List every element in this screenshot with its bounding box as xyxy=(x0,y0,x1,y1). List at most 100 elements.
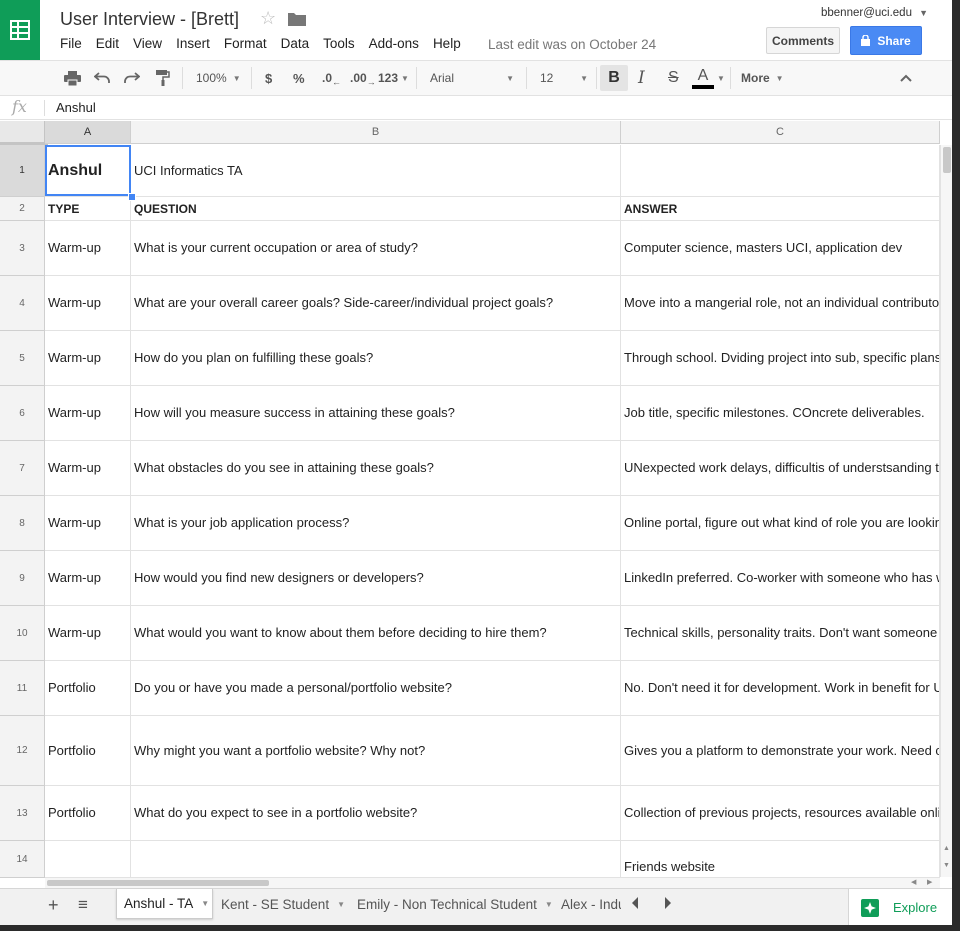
format-percent-button[interactable]: % xyxy=(293,61,305,95)
menu-edit[interactable]: Edit xyxy=(96,36,119,51)
cell-a13[interactable]: Portfolio xyxy=(45,786,131,841)
row-header-9[interactable]: 9 xyxy=(0,551,45,606)
vertical-scrollbar[interactable]: ▲ ▼ xyxy=(940,145,952,877)
cell-c1[interactable] xyxy=(621,145,940,197)
cell-a6[interactable]: Warm-up xyxy=(45,386,131,441)
last-edit-status[interactable]: Last edit was on October 24 xyxy=(488,37,656,52)
strikethrough-button[interactable]: S xyxy=(668,61,679,95)
all-sheets-button[interactable]: ≡ xyxy=(78,895,88,915)
column-header-c[interactable]: C xyxy=(621,121,940,144)
row-header-4[interactable]: 4 xyxy=(0,276,45,331)
cell-b4[interactable]: What are your overall career goals? Side… xyxy=(131,276,621,331)
cell-b11[interactable]: Do you or have you made a personal/portf… xyxy=(131,661,621,716)
cell-a2[interactable]: TYPE xyxy=(45,197,131,221)
cell-b1[interactable]: UCI Informatics TA xyxy=(131,145,621,197)
more-button[interactable]: More ▼ xyxy=(741,61,784,95)
column-header-b[interactable]: B xyxy=(131,121,621,144)
cell-b10[interactable]: What would you want to know about them b… xyxy=(131,606,621,661)
cell-a11[interactable]: Portfolio xyxy=(45,661,131,716)
explore-button[interactable]: Explore xyxy=(848,889,952,926)
cell-a3[interactable]: Warm-up xyxy=(45,221,131,276)
format-currency-button[interactable]: $ xyxy=(265,61,272,95)
cell-b6[interactable]: How will you measure success in attainin… xyxy=(131,386,621,441)
font-size-select[interactable]: 12 ▼ xyxy=(540,61,588,95)
increase-decimal-button[interactable]: .00 → xyxy=(350,61,376,95)
cell-c9[interactable]: LinkedIn preferred. Co-worker with someo… xyxy=(621,551,940,606)
cell-c10[interactable]: Technical skills, personality traits. Do… xyxy=(621,606,940,661)
scroll-up-icon[interactable]: ▲ xyxy=(943,845,950,852)
vertical-scroll-thumb[interactable] xyxy=(943,147,951,173)
scroll-left-icon[interactable]: ◀ xyxy=(911,878,916,886)
row-header-2[interactable]: 2 xyxy=(0,197,45,221)
add-sheet-button[interactable]: + xyxy=(48,895,59,916)
horizontal-scroll-thumb[interactable] xyxy=(47,880,269,886)
cell-c7[interactable]: UNexpected work delays, difficultis of u… xyxy=(621,441,940,496)
star-icon[interactable]: ☆ xyxy=(260,8,276,29)
paint-format-icon[interactable] xyxy=(156,61,170,95)
menu-insert[interactable]: Insert xyxy=(176,36,210,51)
cell-c3[interactable]: Computer science, masters UCI, applicati… xyxy=(621,221,940,276)
menu-help[interactable]: Help xyxy=(433,36,461,51)
row-header-13[interactable]: 13 xyxy=(0,786,45,841)
cell-c12[interactable]: Gives you a platform to demonstrate your… xyxy=(621,716,940,786)
cell-c11[interactable]: No. Don't need it for development. Work … xyxy=(621,661,940,716)
cell-a1[interactable]: Anshul xyxy=(45,145,131,197)
cell-c4[interactable]: Move into a mangerial role, not an indiv… xyxy=(621,276,940,331)
cell-c2[interactable]: ANSWER xyxy=(621,197,940,221)
decrease-decimal-button[interactable]: .0 ← xyxy=(322,61,341,95)
cell-b2[interactable]: QUESTION xyxy=(131,197,621,221)
fill-handle[interactable] xyxy=(128,193,136,201)
cell-b9[interactable]: How would you find new designers or deve… xyxy=(131,551,621,606)
menu-data[interactable]: Data xyxy=(281,36,310,51)
font-family-select[interactable]: Arial ▼ xyxy=(430,61,514,95)
row-header-11[interactable]: 11 xyxy=(0,661,45,716)
share-button[interactable]: Share xyxy=(850,26,922,55)
sheet-tab-emily[interactable]: Emily - Non Technical Student ▼ xyxy=(357,889,553,919)
cell-b7[interactable]: What obstacles do you see in attaining t… xyxy=(131,441,621,496)
folder-icon[interactable] xyxy=(288,12,306,31)
dropdown-arrow-icon[interactable]: ▼ xyxy=(337,900,345,909)
scroll-down-icon[interactable]: ▼ xyxy=(943,862,950,869)
scroll-tabs-right-icon[interactable] xyxy=(664,896,672,914)
cell-b13[interactable]: What do you expect to see in a portfolio… xyxy=(131,786,621,841)
cell-c5[interactable]: Through school. Dviding project into sub… xyxy=(621,331,940,386)
menu-file[interactable]: File xyxy=(60,36,82,51)
menu-format[interactable]: Format xyxy=(224,36,267,51)
row-header-1[interactable]: 1 xyxy=(0,145,45,197)
cell-a10[interactable]: Warm-up xyxy=(45,606,131,661)
document-title[interactable]: User Interview - [Brett] xyxy=(60,9,239,30)
zoom-select[interactable]: 100% ▼ xyxy=(196,61,241,95)
scroll-right-icon[interactable]: ▶ xyxy=(927,878,932,886)
cell-c13[interactable]: Collection of previous projects, resourc… xyxy=(621,786,940,841)
sheets-logo-icon[interactable] xyxy=(0,0,40,60)
cell-a8[interactable]: Warm-up xyxy=(45,496,131,551)
row-header-12[interactable]: 12 xyxy=(0,716,45,786)
comments-button[interactable]: Comments xyxy=(766,27,840,54)
formula-input[interactable]: Anshul xyxy=(56,100,96,115)
menu-tools[interactable]: Tools xyxy=(323,36,355,51)
menu-add-ons[interactable]: Add-ons xyxy=(369,36,419,51)
row-header-6[interactable]: 6 xyxy=(0,386,45,441)
text-color-button[interactable]: A ▼ xyxy=(692,61,725,95)
more-formats-select[interactable]: 123 ▼ xyxy=(378,61,409,95)
dropdown-arrow-icon[interactable]: ▼ xyxy=(201,899,209,908)
row-header-10[interactable]: 10 xyxy=(0,606,45,661)
cell-b14[interactable] xyxy=(131,841,621,878)
print-icon[interactable] xyxy=(64,61,81,95)
menu-view[interactable]: View xyxy=(133,36,162,51)
dropdown-arrow-icon[interactable]: ▼ xyxy=(545,900,553,909)
cell-b8[interactable]: What is your job application process? xyxy=(131,496,621,551)
collapse-toolbar-icon[interactable] xyxy=(900,61,912,95)
cell-a9[interactable]: Warm-up xyxy=(45,551,131,606)
cell-a14[interactable] xyxy=(45,841,131,878)
cell-c6[interactable]: Job title, specific milestones. COncrete… xyxy=(621,386,940,441)
scroll-tabs-left-icon[interactable] xyxy=(631,896,639,914)
row-header-3[interactable]: 3 xyxy=(0,221,45,276)
row-header-7[interactable]: 7 xyxy=(0,441,45,496)
bold-button[interactable]: B xyxy=(600,65,628,91)
cell-b5[interactable]: How do you plan on fulfilling these goal… xyxy=(131,331,621,386)
cell-c8[interactable]: Online portal, figure out what kind of r… xyxy=(621,496,940,551)
sheet-tab-kent[interactable]: Kent - SE Student ▼ xyxy=(221,889,347,919)
italic-button[interactable]: I xyxy=(638,61,645,95)
cell-a7[interactable]: Warm-up xyxy=(45,441,131,496)
